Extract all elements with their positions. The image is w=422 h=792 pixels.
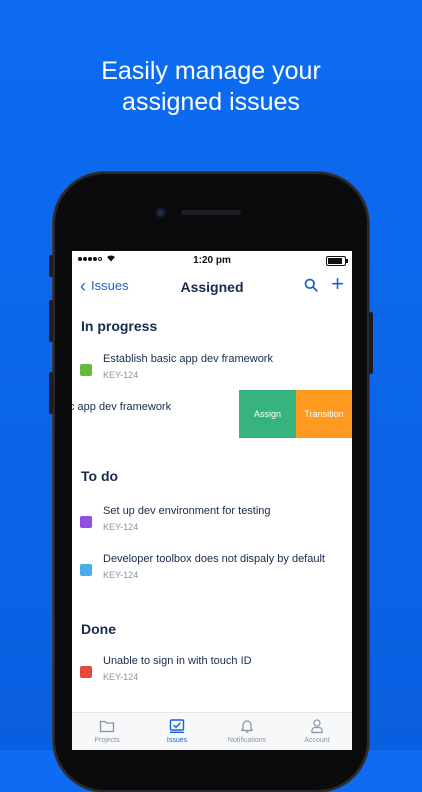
camera-icon <box>155 207 166 218</box>
issue-title: Unable to sign in with touch ID <box>103 655 252 667</box>
add-issue-button[interactable]: + <box>331 273 344 295</box>
battery-icon <box>326 256 348 266</box>
tab-bar: Projects Issues Notifications Account <box>72 712 352 750</box>
task-icon <box>80 564 92 576</box>
issue-key: KEY-124 <box>103 370 139 380</box>
bug-icon <box>80 666 92 678</box>
issue-key: KEY-124 <box>103 570 139 580</box>
headline: Easily manage your assigned issues <box>0 56 422 118</box>
section-to-do: To do <box>81 468 119 484</box>
issue-title: Developer toolbox does not dispaly by de… <box>103 553 325 565</box>
tab-projects[interactable]: Projects <box>72 713 142 750</box>
story-icon <box>80 364 92 376</box>
headline-line-2: assigned issues <box>122 88 300 116</box>
issue-key: KEY-124 <box>103 522 139 532</box>
tab-label: Projects <box>94 737 120 744</box>
status-bar: 1:20 pm <box>72 251 352 271</box>
issue-row[interactable]: Developer toolbox does not dispaly by de… <box>72 553 352 593</box>
issue-key: KEY-124 <box>103 672 139 682</box>
issue-row[interactable]: Unable to sign in with touch ID KEY-124 <box>72 655 352 695</box>
section-in-progress: In progress <box>81 318 158 334</box>
phone-volume-up <box>49 300 53 342</box>
section-done: Done <box>81 621 116 637</box>
swiped-issue-title: c app dev framework <box>72 401 172 413</box>
phone-volume-down <box>49 372 53 414</box>
tab-notifications[interactable]: Notifications <box>212 713 282 750</box>
folder-icon <box>99 718 115 734</box>
bell-icon <box>239 718 255 734</box>
tab-label: Notifications <box>227 737 267 744</box>
tab-issues[interactable]: Issues <box>142 713 212 750</box>
tab-label: Issues <box>166 737 188 744</box>
swiped-issue-row[interactable]: c app dev framework Assign Transition <box>72 390 352 438</box>
assign-button[interactable]: Assign <box>239 390 296 438</box>
person-icon <box>309 718 325 734</box>
speaker-grille <box>181 210 241 215</box>
app-screen: 1:20 pm ‹ Issues Assigned + In progress … <box>72 251 352 750</box>
transition-button[interactable]: Transition <box>296 390 352 438</box>
issue-title: Establish basic app dev framework <box>103 353 273 365</box>
phone-side-button <box>49 255 53 277</box>
issue-title: Set up dev environment for testing <box>103 505 271 517</box>
issues-icon <box>169 718 185 734</box>
nav-bar: ‹ Issues Assigned + <box>72 271 352 301</box>
epic-icon <box>80 516 92 528</box>
tab-label: Account <box>304 737 330 744</box>
tab-account[interactable]: Account <box>282 713 352 750</box>
issue-row[interactable]: Establish basic app dev framework KEY-12… <box>72 353 352 393</box>
search-icon[interactable] <box>304 278 318 297</box>
status-time: 1:20 pm <box>193 255 231 266</box>
issue-row[interactable]: Set up dev environment for testing KEY-1… <box>72 505 352 545</box>
phone-power-button <box>369 312 373 374</box>
headline-line-1: Easily manage your <box>101 57 321 85</box>
